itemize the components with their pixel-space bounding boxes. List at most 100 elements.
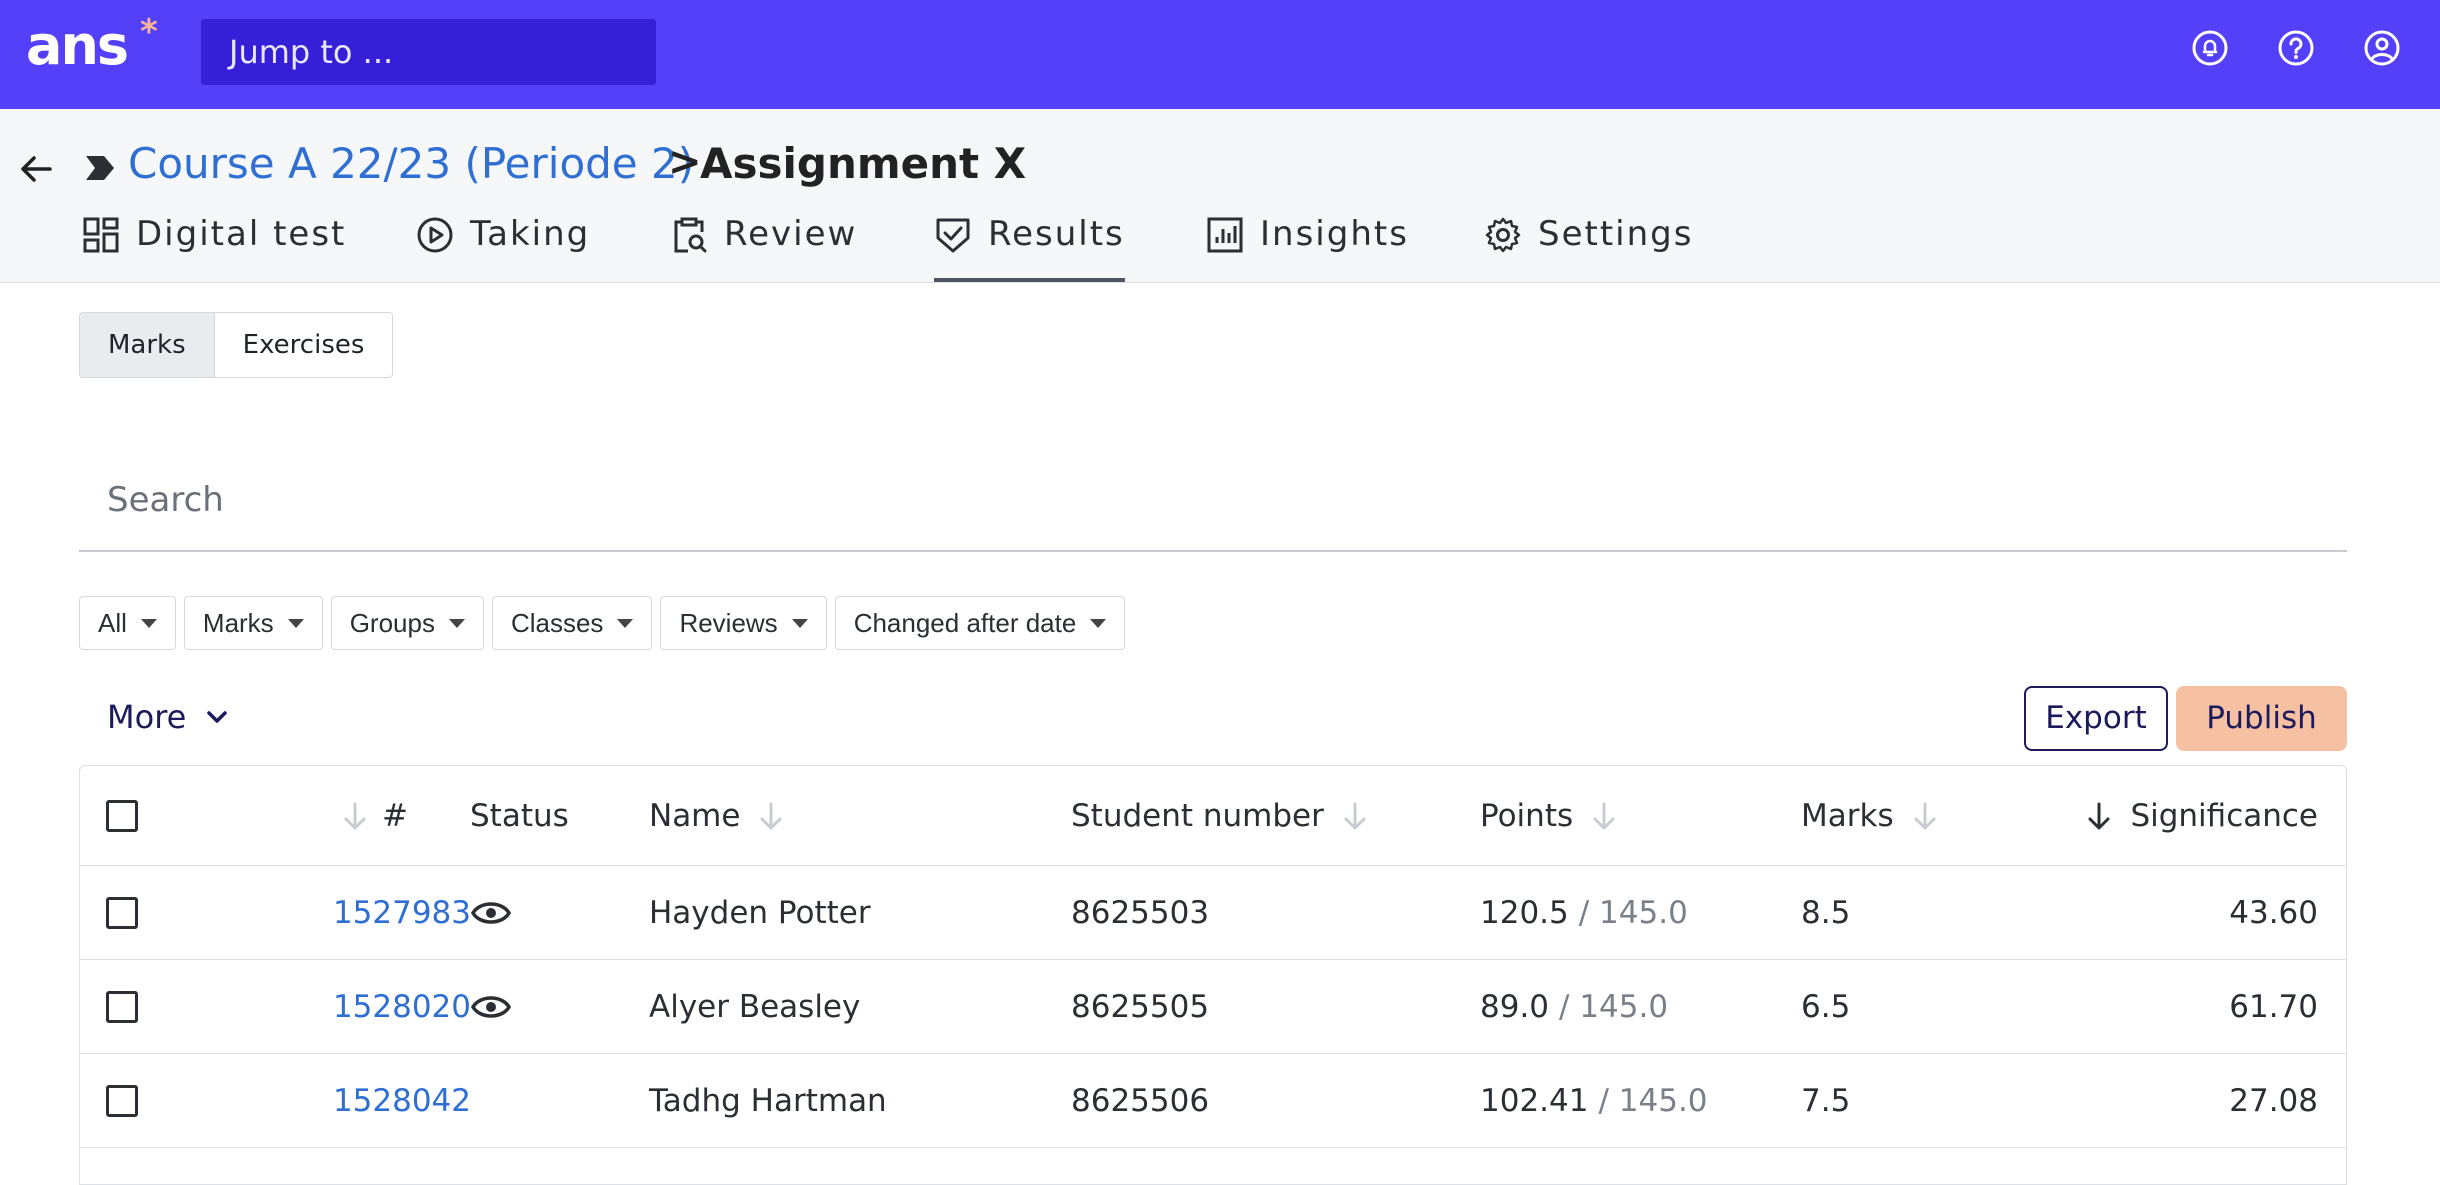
sort-arrow-icon [760, 802, 782, 829]
bar-chart-icon [1207, 217, 1243, 253]
points-max: / 145.0 [1578, 894, 1688, 931]
toggle-marks[interactable]: Marks [80, 313, 215, 377]
caret-down-icon [140, 618, 157, 628]
column-label: # [382, 797, 408, 834]
points-cell: 102.41/ 145.0 [1480, 1054, 1708, 1147]
status-cell [470, 960, 512, 1053]
column-header-marks[interactable]: Marks [1801, 766, 1938, 865]
tab-insights[interactable]: Insights [1206, 214, 1409, 282]
column-header-significance[interactable]: Significance [2086, 766, 2318, 865]
help-icon[interactable] [2276, 28, 2316, 68]
row-checkbox[interactable] [106, 896, 138, 929]
filter-all[interactable]: All [79, 596, 176, 650]
course-chevron-icon [86, 156, 114, 180]
caret-down-icon [617, 618, 634, 628]
significance-value: 61.70 [2229, 988, 2318, 1025]
caret-down-icon [1090, 618, 1107, 628]
column-header-student-number[interactable]: Student number [1071, 766, 1368, 865]
student-name: Tadhg Hartman [649, 1082, 887, 1119]
table-row[interactable]: 1528020 Alyer Beasley 8625505 89.0/ 145.… [80, 960, 2346, 1054]
filter-label: Reviews [679, 607, 778, 638]
page-title: Assignment X [700, 139, 1027, 188]
eye-icon [470, 995, 512, 1018]
caret-down-icon [448, 618, 465, 628]
table-header-row: # Status Name Student number Points Mark… [80, 766, 2346, 866]
more-label: More [107, 698, 187, 736]
table-row[interactable]: 1528042 Tadhg Hartman 8625506 102.41/ 14… [80, 1054, 2346, 1148]
select-all-checkbox[interactable] [106, 799, 138, 832]
points-cell: 120.5/ 145.0 [1480, 866, 1688, 959]
significance-value: 27.08 [2229, 1082, 2318, 1119]
points-max: / 145.0 [1559, 988, 1669, 1025]
status-cell [470, 866, 512, 959]
chevron-down-icon [207, 711, 228, 723]
column-label: Significance [2130, 797, 2318, 834]
filter-classes[interactable]: Classes [491, 596, 653, 650]
toggle-exercises[interactable]: Exercises [215, 313, 393, 377]
export-button[interactable]: Export [2024, 686, 2168, 751]
column-label: Marks [1801, 797, 1894, 834]
jump-to-input[interactable]: Jump to ... [201, 19, 656, 85]
sort-arrow-icon [1344, 802, 1366, 829]
tab-results[interactable]: Results [934, 214, 1125, 282]
tab-digital-test[interactable]: Digital test [82, 214, 346, 282]
breadcrumb-course-link[interactable]: Course A 22/23 (Periode 2) [128, 139, 694, 188]
column-header-status: Status [470, 766, 569, 865]
filter-label: All [98, 607, 127, 638]
clipboard-search-icon [674, 217, 707, 253]
filter-label: Changed after date [853, 607, 1077, 638]
column-header-points[interactable]: Points [1480, 766, 1617, 865]
tab-review[interactable]: Review [670, 214, 857, 282]
table-row[interactable]: 1527983 Hayden Potter 8625503 120.5/ 145… [80, 866, 2346, 960]
caret-down-icon [287, 618, 304, 628]
search-input[interactable] [79, 460, 2347, 540]
page-header: Course A 22/23 (Periode 2) > Assignment … [0, 109, 2440, 283]
filter-label: Groups [349, 607, 435, 638]
filter-bar: All Marks Groups Classes Reviews Changed… [79, 596, 1126, 650]
publish-button[interactable]: Publish [2176, 686, 2347, 751]
tab-label: Insights [1260, 214, 1409, 254]
back-arrow-icon[interactable] [16, 149, 56, 189]
notification-bell-icon[interactable] [2190, 28, 2230, 68]
column-label: Status [470, 797, 569, 834]
play-circle-icon [417, 217, 453, 253]
column-header-name[interactable]: Name [649, 766, 784, 865]
view-toggle: Marks Exercises [79, 312, 394, 378]
filter-reviews[interactable]: Reviews [660, 596, 827, 650]
logo[interactable]: ans [26, 14, 129, 77]
filter-groups[interactable]: Groups [330, 596, 484, 650]
filter-marks[interactable]: Marks [183, 596, 323, 650]
column-header-id[interactable]: # [342, 766, 408, 865]
sort-arrow-icon [1914, 802, 1936, 829]
row-checkbox[interactable] [106, 1084, 138, 1117]
shield-check-icon [936, 218, 970, 253]
select-all-checkbox-cell [106, 766, 138, 865]
significance-value: 43.60 [2229, 894, 2318, 931]
points-value: 120.5 [1480, 894, 1569, 931]
top-bar: ans * Jump to ... [0, 0, 2440, 109]
tab-taking[interactable]: Taking [416, 214, 590, 282]
row-checkbox-cell [106, 1054, 138, 1147]
logo-star: * [140, 12, 158, 52]
tab-settings[interactable]: Settings [1484, 214, 1693, 282]
marks-value: 6.5 [1801, 988, 1851, 1025]
sort-arrow-icon [1593, 802, 1615, 829]
row-checkbox-cell [106, 866, 138, 959]
row-id-link[interactable]: 1527983 [333, 866, 471, 959]
column-label: Points [1480, 797, 1574, 834]
more-menu-button[interactable]: More [107, 698, 230, 736]
row-id-link[interactable]: 1528020 [333, 960, 471, 1053]
student-name: Hayden Potter [649, 894, 871, 931]
row-checkbox[interactable] [106, 990, 138, 1023]
points-value: 89.0 [1480, 988, 1550, 1025]
tab-label: Digital test [136, 214, 347, 254]
column-label: Student number [1071, 797, 1324, 834]
tab-label: Review [724, 214, 858, 254]
account-icon[interactable] [2362, 28, 2402, 68]
row-id-link[interactable]: 1528042 [333, 1054, 471, 1147]
points-cell: 89.0/ 145.0 [1480, 960, 1668, 1053]
results-table: # Status Name Student number Points Mark… [79, 765, 2347, 1185]
sort-arrow-icon [344, 802, 366, 829]
search-field [79, 460, 2347, 552]
filter-changed-after-date[interactable]: Changed after date [834, 596, 1126, 650]
